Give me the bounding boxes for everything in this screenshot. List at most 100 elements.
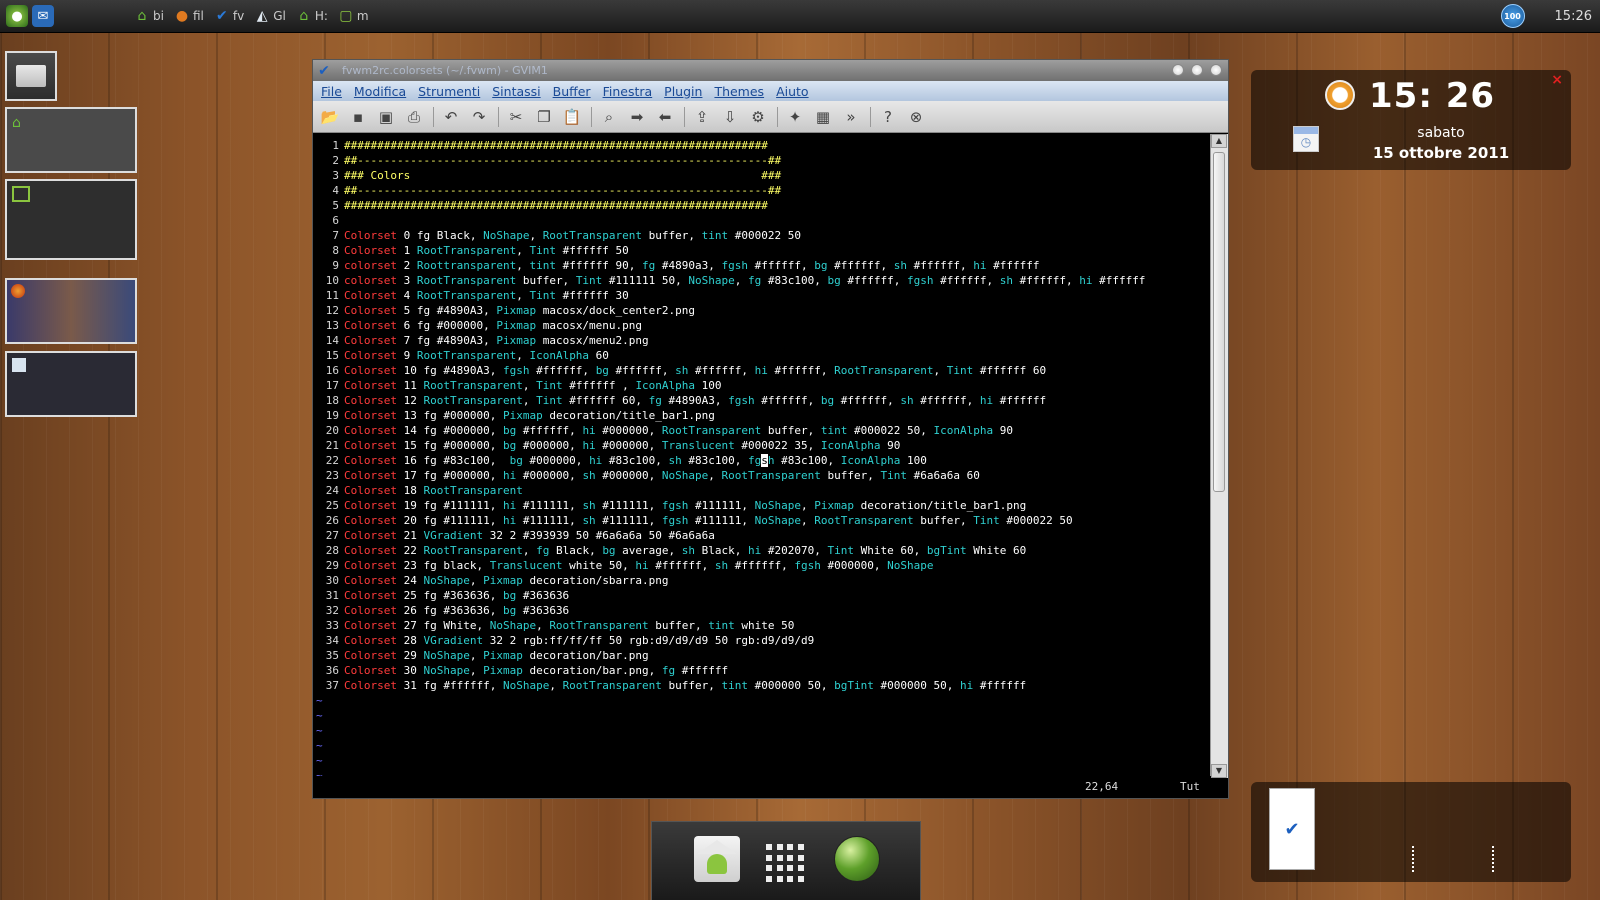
minimize-button[interactable] [1172,64,1184,76]
code-line[interactable]: 31 Colorset 25 fg #363636, bg #363636 [313,588,1211,603]
code-line[interactable]: 5 #######################################… [313,198,1211,213]
code-line[interactable]: 19 Colorset 13 fg #000000, Pixmap decorat… [313,408,1211,423]
code-line[interactable]: 1 #######################################… [313,138,1211,153]
code-line[interactable]: 2 ##-------------------------------------… [313,153,1211,168]
code-line[interactable]: 34 Colorset 28 VGradient 32 2 rgb:ff/ff/f… [313,633,1211,648]
cut-icon[interactable]: ✂ [505,106,527,128]
scroll-up-icon[interactable]: ▲ [1211,134,1227,148]
code-line[interactable]: 3 ### Colors ### [313,168,1211,183]
code-line[interactable]: 7 Colorset 0 fg Black, NoShape, RootTrans… [313,228,1211,243]
code-line[interactable]: 27 Colorset 21 VGradient 32 2 #393939 50 … [313,528,1211,543]
find-icon[interactable]: ⌕ [598,106,620,128]
code-line[interactable]: 23 Colorset 17 fg #000000, hi #000000, sh… [313,468,1211,483]
firefox-icon [11,284,25,298]
code-line[interactable]: 12 Colorset 5 fg #4890A3, Pixmap macosx/d… [313,303,1211,318]
menu-sintassi[interactable]: Sintassi [492,84,540,99]
menu-modifica[interactable]: Modifica [354,84,406,99]
copy-icon[interactable]: ❐ [533,106,555,128]
code-line[interactable]: 24 Colorset 18 RootTransparent [313,483,1211,498]
code-line[interactable]: 14 Colorset 7 fg #4890A3, Pixmap macosx/m… [313,333,1211,348]
code-line[interactable]: 33 Colorset 27 fg White, NoShape, RootTra… [313,618,1211,633]
title-bar[interactable]: ✔ fvwm2rc.colorsets (~/.fvwm) - GVIM1 [313,60,1228,81]
open-file-icon[interactable]: 📂 [319,106,341,128]
load-session-icon[interactable]: ⇪ [691,106,713,128]
code-line[interactable]: 9 colorset 2 Roottransparent, tint #fffff… [313,258,1211,273]
menu-aiuto[interactable]: Aiuto [776,84,809,99]
code-line[interactable]: 8 Colorset 1 RootTransparent, Tint #fffff… [313,243,1211,258]
print-icon[interactable]: ⎙ [403,106,425,128]
code-area[interactable]: 1 #######################################… [313,134,1211,778]
scroll-down-icon[interactable]: ▼ [1211,764,1227,778]
desktop-pager-3[interactable] [5,278,137,344]
help-icon[interactable]: ? [877,106,899,128]
menu-strumenti[interactable]: Strumenti [418,84,480,99]
panel-clock[interactable]: 15:26 [1555,9,1592,24]
paste-icon[interactable]: 📋 [561,106,583,128]
maximize-button[interactable] [1191,64,1203,76]
redo-icon[interactable]: ↷ [468,106,490,128]
code-line[interactable]: 11 Colorset 4 RootTransparent, Tint #ffff… [313,288,1211,303]
code-line[interactable]: 18 Colorset 12 RootTransparent, Tint #fff… [313,393,1211,408]
home-launcher[interactable] [694,836,740,882]
vertical-scrollbar[interactable]: ▲ ▼ [1210,134,1228,778]
code-line[interactable]: 32 Colorset 26 fg #363636, bg #363636 [313,603,1211,618]
desktop-pager-1[interactable]: ⌂ [5,107,137,173]
code-token: bg [827,274,841,287]
tag-jump-icon[interactable]: » [840,106,862,128]
undo-icon[interactable]: ↶ [440,106,462,128]
folder-launcher[interactable] [5,51,57,101]
code-line[interactable]: 20 Colorset 14 fg #000000, bg #ffffff, hi… [313,423,1211,438]
code-line[interactable]: 16 Colorset 10 fg #4890A3, fgsh #ffffff, … [313,363,1211,378]
code-line[interactable]: 10 colorset 3 RootTransparent buffer, Tin… [313,273,1211,288]
code-line[interactable]: 22 Colorset 16 fg #83c100, bg #000000, hi… [313,453,1211,468]
code-line[interactable]: 30 Colorset 24 NoShape, Pixmap decoration… [313,573,1211,588]
code-line[interactable]: 37 Colorset 31 fg #ffffff, NoShape, RootT… [313,678,1211,693]
shell-icon[interactable]: ▦ [812,106,834,128]
task-button[interactable]: ⌂ H: [296,8,328,24]
close-button[interactable] [1210,64,1222,76]
desktop-pager-4[interactable] [5,351,137,417]
close-widget-button[interactable]: × [1551,72,1563,88]
code-line[interactable]: 29 Colorset 23 fg black, Translucent whit… [313,558,1211,573]
chat-launcher-icon[interactable]: ✉ [32,5,54,27]
update-badge[interactable]: 100 [1500,4,1525,28]
find-prev-icon[interactable]: ⬅ [654,106,676,128]
task-button[interactable]: ✔ fv [214,8,244,24]
task-button[interactable]: ● fil [174,8,204,24]
save-all-icon[interactable]: ▣ [375,106,397,128]
desktop-pager-2[interactable] [5,179,137,260]
run-script-icon[interactable]: ⚙ [747,106,769,128]
code-token: RootTransparent [416,349,517,362]
code-line[interactable]: 28 Colorset 22 RootTransparent, fg Black,… [313,543,1211,558]
menu-finestra[interactable]: Finestra [603,84,653,99]
menu-buffer[interactable]: Buffer [553,84,591,99]
code-line[interactable]: 4 ##-------------------------------------… [313,183,1211,198]
code-line[interactable]: 35 Colorset 29 NoShape, Pixmap decoration… [313,648,1211,663]
make-icon[interactable]: ✦ [784,106,806,128]
menu-file[interactable]: File [321,84,342,99]
find-help-icon[interactable]: ⊗ [905,106,927,128]
code-token: fgsh [721,259,749,272]
globe-launcher-icon[interactable]: ● [6,5,28,27]
code-line[interactable]: 36 Colorset 30 NoShape, Pixmap decoration… [313,663,1211,678]
code-line[interactable]: 17 Colorset 11 RootTransparent, Tint #fff… [313,378,1211,393]
gvim-task-tile[interactable]: ✔ [1269,788,1315,870]
scroll-thumb[interactable] [1213,152,1225,492]
menu-themes[interactable]: Themes [714,84,764,99]
browser-globe-icon[interactable] [834,836,880,882]
text-editor[interactable]: 1 #######################################… [313,134,1211,778]
save-icon[interactable]: ▪ [347,106,369,128]
find-next-icon[interactable]: ➡ [626,106,648,128]
code-line[interactable]: 21 Colorset 15 fg #000000, bg #000000, hi… [313,438,1211,453]
menu-plugin[interactable]: Plugin [664,84,702,99]
task-button[interactable]: ⌂ bi [134,8,164,24]
code-line[interactable]: 25 Colorset 19 fg #111111, hi #111111, sh… [313,498,1211,513]
code-line[interactable]: 6 [313,213,1211,228]
code-line[interactable]: 15 Colorset 9 RootTransparent, IconAlpha … [313,348,1211,363]
code-line[interactable]: 13 Colorset 6 fg #000000, Pixmap macosx/m… [313,318,1211,333]
code-line[interactable]: 26 Colorset 20 fg #111111, hi #111111, sh… [313,513,1211,528]
apps-grid-icon[interactable] [766,844,804,882]
save-session-icon[interactable]: ⇩ [719,106,741,128]
task-button[interactable]: ◭ Gl [254,8,286,24]
task-button[interactable]: ▢ m [338,8,368,24]
